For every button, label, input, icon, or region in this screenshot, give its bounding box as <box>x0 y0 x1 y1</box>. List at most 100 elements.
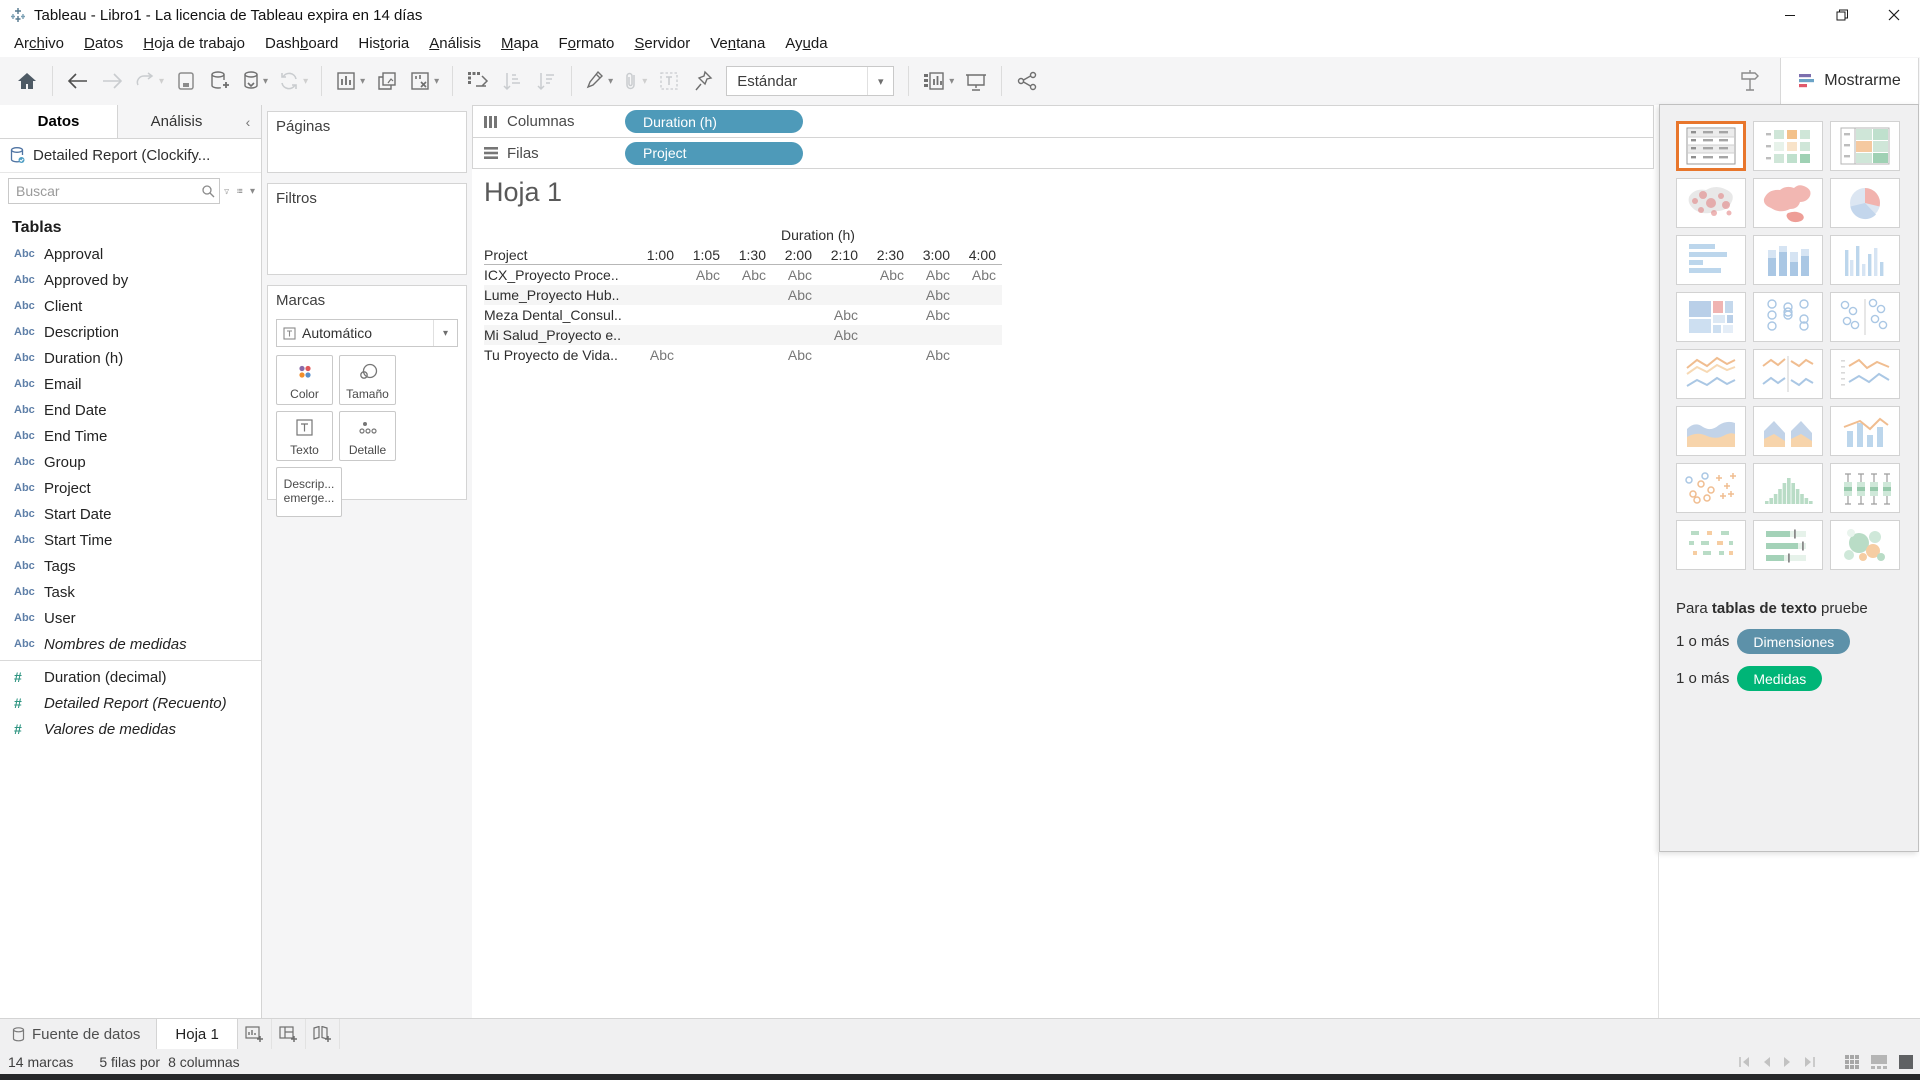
mark-cell[interactable]: Abc <box>956 267 1002 283</box>
field-tags[interactable]: AbcTags <box>0 553 261 579</box>
last-sheet-icon[interactable] <box>1802 1056 1816 1068</box>
mark-cell[interactable]: Abc <box>818 327 864 343</box>
show-mark-labels-button[interactable] <box>652 62 686 100</box>
showme-tile-vistas-de-circulo[interactable] <box>1753 292 1823 342</box>
column-header-1-30[interactable]: 1:30 <box>726 247 772 263</box>
view-options-icon[interactable] <box>237 184 243 198</box>
refresh-datasource-caret[interactable]: ▾ <box>263 76 268 87</box>
field-nombres-de-medidas[interactable]: AbcNombres de medidas <box>0 631 261 657</box>
tooltip-button[interactable]: Descrip... emerge... <box>276 467 342 517</box>
menu-dashboard[interactable]: Dashboard <box>255 32 348 55</box>
menu-formato[interactable]: Formato <box>548 32 624 55</box>
row-label[interactable]: Tu Proyecto de Vida.. <box>484 347 634 363</box>
field-approved-by[interactable]: AbcApproved by <box>0 267 261 293</box>
field-end-time[interactable]: AbcEnd Time <box>0 423 261 449</box>
signpost-icon[interactable] <box>1737 67 1763 93</box>
highlight-button[interactable]: ▾ <box>580 62 618 100</box>
showme-tile-dispersion[interactable] <box>1676 463 1746 513</box>
text-button[interactable]: Texto <box>276 411 333 461</box>
share-button[interactable] <box>1010 62 1044 100</box>
menu-ayuda[interactable]: Ayuda <box>775 32 837 55</box>
filter-fields-icon[interactable] <box>224 184 229 199</box>
swap-axes-button[interactable] <box>461 62 495 100</box>
showme-tile-diagrama-de-cajas[interactable] <box>1830 463 1900 513</box>
mark-cell[interactable]: Abc <box>726 267 772 283</box>
column-header-3-00[interactable]: 3:00 <box>910 247 956 263</box>
row-header-label[interactable]: Project <box>484 247 634 263</box>
showme-tile-areas-continuas[interactable] <box>1676 406 1746 456</box>
minimize-button[interactable] <box>1764 0 1816 30</box>
color-button[interactable]: Color <box>276 355 333 405</box>
group-members-caret[interactable]: ▾ <box>642 76 647 87</box>
showme-tile-linea[interactable] <box>1830 349 1900 399</box>
mark-cell[interactable]: Abc <box>864 267 910 283</box>
prev-sheet-icon[interactable] <box>1762 1056 1772 1068</box>
field-start-time[interactable]: AbcStart Time <box>0 527 261 553</box>
restore-button[interactable] <box>1816 0 1868 30</box>
sort-ascending-button[interactable] <box>495 62 529 100</box>
mark-cell[interactable]: Abc <box>910 267 956 283</box>
showme-tile-mapa-de-calor[interactable] <box>1830 121 1900 171</box>
field-duration-h[interactable]: AbcDuration (h) <box>0 345 261 371</box>
tab-analisis[interactable]: Análisis <box>118 105 235 138</box>
clear-sheet-button[interactable]: ▾ <box>404 62 444 100</box>
showme-tile-circulos-lado-a-lado[interactable] <box>1830 292 1900 342</box>
column-header-2-00[interactable]: 2:00 <box>772 247 818 263</box>
showme-tile-lineas-discretas[interactable] <box>1753 349 1823 399</box>
showme-tile-lineas-continuas[interactable] <box>1676 349 1746 399</box>
rows-shelf[interactable]: Filas Project <box>472 137 1654 169</box>
clear-sheet-caret[interactable]: ▾ <box>434 76 439 87</box>
showme-tile-barras-apiladas[interactable] <box>1753 235 1823 285</box>
column-header-2-10[interactable]: 2:10 <box>818 247 864 263</box>
field-end-date[interactable]: AbcEnd Date <box>0 397 261 423</box>
field-start-date[interactable]: AbcStart Date <box>0 501 261 527</box>
column-header-4-00[interactable]: 4:00 <box>956 247 1002 263</box>
group-members-button[interactable]: ▾ <box>618 62 652 100</box>
menu-mapa[interactable]: Mapa <box>491 32 549 55</box>
new-datasource-button[interactable] <box>203 62 237 100</box>
menu-archivo[interactable]: Archivo <box>4 32 74 55</box>
mark-cell[interactable]: Abc <box>910 287 956 303</box>
sheet-sorter-view-icon[interactable] <box>1844 1054 1860 1070</box>
auto-update-button[interactable]: ▾ <box>273 62 313 100</box>
search-input[interactable] <box>9 183 197 199</box>
mark-cell[interactable]: Abc <box>680 267 726 283</box>
mark-cell[interactable]: Abc <box>772 347 818 363</box>
highlight-caret[interactable]: ▾ <box>608 76 613 87</box>
new-dashboard-tab-button[interactable] <box>272 1019 306 1049</box>
mark-cell[interactable]: Abc <box>772 287 818 303</box>
field-email[interactable]: AbcEmail <box>0 371 261 397</box>
save-button[interactable] <box>169 62 203 100</box>
showme-tile-histograma[interactable] <box>1753 463 1823 513</box>
column-header-1-05[interactable]: 1:05 <box>680 247 726 263</box>
pill-duration-h[interactable]: Duration (h) <box>625 110 803 133</box>
first-sheet-icon[interactable] <box>1738 1056 1752 1068</box>
duplicate-sheet-button[interactable] <box>370 62 404 100</box>
search-box[interactable] <box>8 178 220 204</box>
pages-shelf[interactable]: Páginas <box>267 111 467 173</box>
field-approval[interactable]: AbcApproval <box>0 241 261 267</box>
sort-descending-button[interactable] <box>529 62 563 100</box>
menu-hoja-de-trabajo[interactable]: Hoja de trabajo <box>133 32 255 55</box>
next-sheet-icon[interactable] <box>1782 1056 1792 1068</box>
pill-project[interactable]: Project <box>625 142 803 165</box>
mark-cell[interactable]: Abc <box>818 307 864 323</box>
fit-selector[interactable]: Estándar ▾ <box>726 66 894 96</box>
redo-button[interactable] <box>95 62 129 100</box>
field-client[interactable]: AbcClient <box>0 293 261 319</box>
showme-tile-burbujas-empaquetadas[interactable] <box>1830 520 1900 570</box>
mark-cell[interactable]: Abc <box>910 307 956 323</box>
columns-shelf[interactable]: Columnas Duration (h) <box>472 105 1654 137</box>
refresh-datasource-button[interactable]: ▾ <box>237 62 273 100</box>
row-label[interactable]: Meza Dental_Consul.. <box>484 307 634 323</box>
field-description[interactable]: AbcDescription <box>0 319 261 345</box>
field-task[interactable]: AbcTask <box>0 579 261 605</box>
field-detailed-report-recuento[interactable]: #Detailed Report (Recuento) <box>0 690 261 716</box>
show-hide-cards-button[interactable]: ▾ <box>917 62 959 100</box>
mark-cell[interactable]: Abc <box>910 347 956 363</box>
filmstrip-view-icon[interactable] <box>1870 1054 1888 1070</box>
menu-historia[interactable]: Historia <box>348 32 419 55</box>
undo-button[interactable] <box>61 62 95 100</box>
row-label[interactable]: ICX_Proyecto Proce.. <box>484 267 634 283</box>
showme-tile-areas-discretas[interactable] <box>1753 406 1823 456</box>
